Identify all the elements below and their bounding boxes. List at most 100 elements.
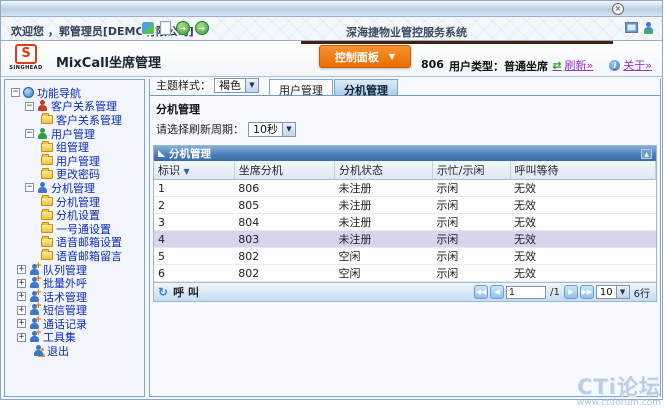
prev-page-icon[interactable]: ◀ — [490, 285, 504, 299]
expand-icon[interactable]: + — [17, 306, 26, 315]
folder-icon — [41, 197, 53, 206]
monitor-icon[interactable] — [625, 22, 638, 33]
folder-icon — [41, 143, 53, 152]
nav-tree: − 功能导航 − 客户关系管理 客户关系管理 − — [5, 80, 144, 358]
folder-icon — [41, 170, 53, 179]
refresh-icon: ⇄ — [552, 59, 561, 72]
col-header-status[interactable]: 分机状态 — [335, 161, 433, 180]
expand-icon[interactable]: + — [17, 292, 26, 301]
cell-ext: 802 — [234, 248, 334, 265]
agent-number: 806 — [421, 58, 444, 71]
collapse-icon[interactable]: − — [25, 183, 34, 192]
cell-wait: 无效 — [510, 197, 655, 214]
tab-ext-mgmt[interactable]: 分机管理 — [334, 79, 398, 95]
cell-id: 6 — [154, 265, 234, 282]
expand-icon[interactable]: + — [17, 333, 26, 342]
tab-user-mgmt[interactable]: 用户管理 — [269, 79, 333, 95]
chevron-down-icon[interactable]: ▼ — [282, 123, 295, 136]
cell-busy: 示闲 — [432, 180, 510, 197]
person-blue-icon — [37, 182, 48, 194]
back-icon[interactable]: ➜ — [176, 21, 190, 35]
chevron-down-icon[interactable]: ▼ — [616, 286, 629, 298]
cell-status: 空闲 — [335, 248, 433, 265]
cell-ext: 804 — [234, 214, 334, 231]
col-header-id[interactable]: 标识 ▼ — [154, 161, 234, 180]
sidebar-item-toolkit[interactable]: + + 工具集 — [5, 331, 144, 345]
cell-busy: 示闲 — [432, 214, 510, 231]
cell-id: 2 — [154, 197, 234, 214]
sidebar-item-label: 退出 — [47, 343, 69, 359]
system-title: 深海捷物业管控服务系统 — [346, 24, 467, 40]
extension-grid: 分机管理 ▲ 标识 ▼ 坐席分机 分机状态 示忙/示闲 呼叫等待 — [153, 145, 657, 302]
close-icon[interactable]: × — [612, 3, 624, 15]
grid-titlebar: 分机管理 ▲ — [154, 146, 656, 161]
table-row[interactable]: 2 805 未注册 示闲 无效 — [154, 197, 656, 214]
person-green-icon — [37, 128, 48, 140]
table-row[interactable]: 1 806 未注册 示闲 无效 — [154, 180, 656, 197]
page-number-input[interactable] — [506, 286, 546, 299]
about-link-label: 关于» — [623, 57, 652, 73]
last-page-icon[interactable]: ▶▶ — [580, 285, 594, 299]
refresh-link-label: 刷新» — [565, 57, 594, 73]
person-plus-icon: + — [29, 331, 40, 343]
chevron-down-icon[interactable]: ▼ — [245, 79, 258, 92]
refresh-period-label: 请选择刷新周期： — [156, 121, 244, 137]
cell-busy: 示闲 — [432, 231, 510, 248]
col-header-busy[interactable]: 示忙/示闲 — [432, 161, 510, 180]
refresh-period-select[interactable]: 10秒 ▼ — [248, 122, 296, 137]
table-row[interactable]: 3 804 未注册 示闲 无效 — [154, 214, 656, 231]
user-type-text: 用户类型：普通坐席 — [449, 58, 548, 74]
cell-status: 未注册 — [335, 197, 433, 214]
sidebar-item-logout[interactable]: 退出 — [5, 344, 144, 358]
reload-icon[interactable]: ↻ — [158, 285, 168, 299]
person-red-icon — [37, 100, 48, 112]
user-icon[interactable] — [643, 22, 654, 35]
table-row[interactable]: 6 802 空闲 示闲 无效 — [154, 265, 656, 282]
home-icon[interactable] — [141, 21, 155, 35]
cell-busy: 示闲 — [432, 265, 510, 282]
table-row-selected[interactable]: 4 803 未注册 示闲 无效 — [154, 231, 656, 248]
collapse-icon[interactable]: − — [25, 129, 34, 138]
expand-icon[interactable]: + — [17, 319, 26, 328]
cell-id: 5 — [154, 248, 234, 265]
cell-id: 4 — [154, 231, 234, 248]
chevron-down-icon: ▼ — [389, 52, 395, 61]
about-link[interactable]: i 关于» — [609, 57, 652, 73]
theme-label: 主题样式： — [156, 77, 211, 93]
table-row[interactable]: 5 802 空闲 示闲 无效 — [154, 248, 656, 265]
logo-icon: S — [15, 44, 37, 64]
cell-id: 3 — [154, 214, 234, 231]
cell-status: 空闲 — [335, 265, 433, 282]
collapse-panel-icon[interactable]: ▲ — [641, 149, 652, 159]
refresh-period-value: 10秒 — [249, 121, 282, 137]
cell-status: 未注册 — [335, 231, 433, 248]
page-size-select[interactable]: 10 ▼ — [596, 285, 630, 299]
col-header-ext[interactable]: 坐席分机 — [234, 161, 334, 180]
cell-ext: 802 — [234, 265, 334, 282]
cell-busy: 示闲 — [432, 197, 510, 214]
expand-icon[interactable]: + — [17, 265, 26, 274]
forward-icon[interactable]: ➜ — [195, 21, 209, 35]
next-page-icon[interactable]: ▶ — [564, 285, 578, 299]
first-page-icon[interactable]: ◀◀ — [474, 285, 488, 299]
folder-icon — [41, 251, 53, 260]
theme-select[interactable]: 褐色 ▼ — [214, 78, 259, 93]
expand-icon[interactable]: + — [17, 279, 26, 288]
collapse-icon[interactable]: − — [25, 102, 34, 111]
document-icon[interactable] — [160, 21, 171, 35]
theme-select-value: 褐色 — [215, 77, 245, 93]
control-panel-button[interactable]: 控制面板 ▼ — [319, 45, 411, 68]
info-icon: i — [609, 60, 620, 71]
cell-wait: 无效 — [510, 265, 655, 282]
sort-desc-icon: ▼ — [184, 167, 190, 176]
cell-status: 未注册 — [335, 214, 433, 231]
call-button[interactable]: 呼叫 — [173, 284, 203, 300]
header-divider — [301, 41, 613, 44]
refresh-link[interactable]: ⇄ 刷新» — [552, 57, 593, 73]
cell-ext: 805 — [234, 197, 334, 214]
rows-count-label: 6行 — [634, 285, 650, 300]
collapse-icon[interactable]: − — [11, 88, 20, 97]
pagination: ◀◀ ◀ /1 ▶ ▶▶ 10 ▼ 6行 — [474, 285, 652, 300]
col-header-wait[interactable]: 呼叫等待 — [510, 161, 655, 180]
folder-icon — [41, 115, 53, 124]
